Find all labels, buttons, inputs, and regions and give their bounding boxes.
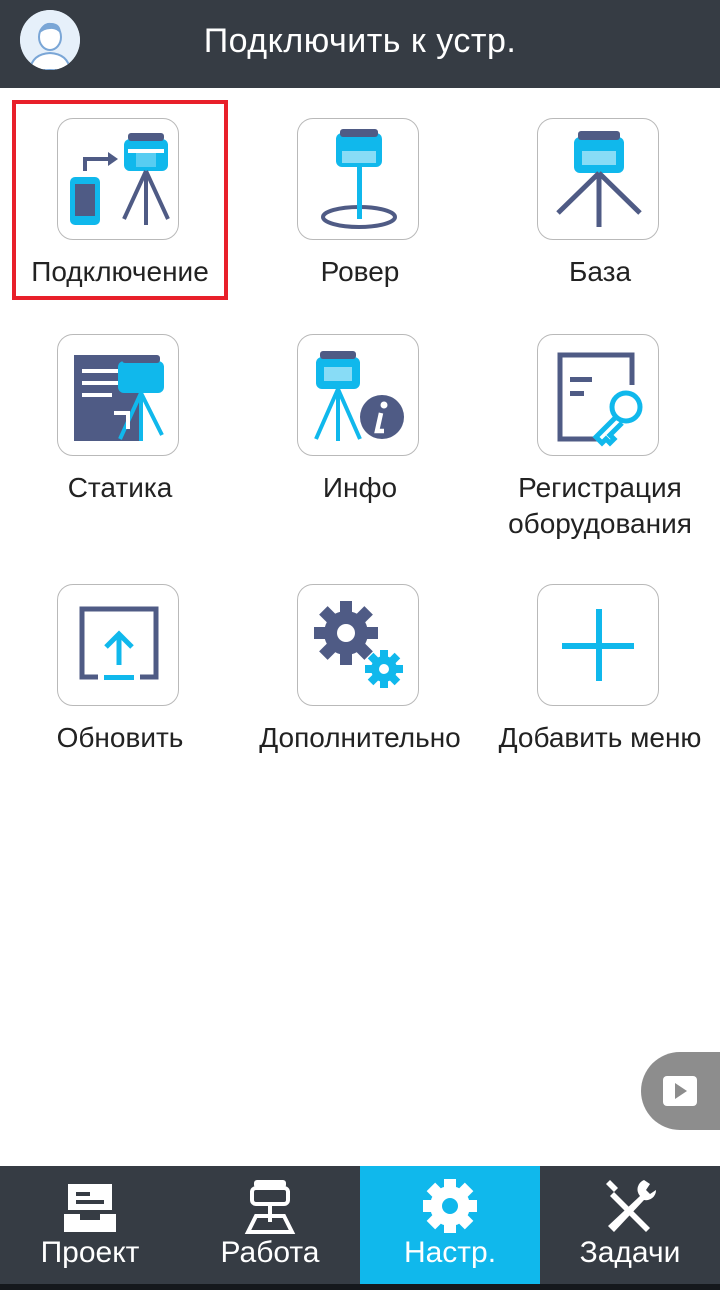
- rover-icon: [297, 118, 419, 240]
- menu-item-label: Статика: [67, 472, 173, 503]
- update-icon: [57, 584, 179, 706]
- video-tutorial-button[interactable]: [641, 1052, 720, 1130]
- app-header: Подключить к устр.: [0, 0, 720, 88]
- menu-item-label: Инфо: [322, 472, 398, 503]
- plus-icon: [537, 584, 659, 706]
- static-icon: [57, 334, 179, 456]
- info-icon: [297, 334, 419, 456]
- tools-icon: [606, 1180, 657, 1232]
- survey-icon: [244, 1180, 296, 1234]
- tab-settings[interactable]: Настр.: [360, 1166, 540, 1284]
- menu-item-label-line2: оборудования: [508, 508, 692, 539]
- tab-label: Настр.: [403, 1236, 497, 1269]
- bottom-tab-bar: Проект Работа Настр. Задачи: [0, 1166, 720, 1290]
- gears-icon: [297, 584, 419, 706]
- tab-tasks[interactable]: Задачи: [540, 1166, 720, 1284]
- tab-label: Работа: [220, 1236, 320, 1269]
- page-title: Подключить к устр.: [203, 22, 517, 60]
- tab-project[interactable]: Проект: [0, 1166, 180, 1284]
- tab-label: Проект: [40, 1236, 140, 1269]
- registration-key-icon: [537, 334, 659, 456]
- menu-item-label: Добавить меню: [498, 722, 702, 753]
- tab-label: Задачи: [579, 1236, 681, 1269]
- base-icon: [537, 118, 659, 240]
- menu-item-label: База: [568, 256, 632, 287]
- menu-item-label-line1: Регистрация: [518, 472, 682, 503]
- selection-highlight: [12, 100, 228, 300]
- menu-item-label: Ровер: [320, 256, 400, 287]
- menu-item-label: Обновить: [56, 722, 184, 753]
- play-icon: [663, 1076, 697, 1106]
- bottom-edge: [0, 1284, 720, 1290]
- menu-item-label: Дополнительно: [259, 722, 461, 753]
- tab-work[interactable]: Работа: [180, 1166, 360, 1284]
- gear-icon: [423, 1179, 477, 1233]
- inbox-icon: [64, 1184, 116, 1232]
